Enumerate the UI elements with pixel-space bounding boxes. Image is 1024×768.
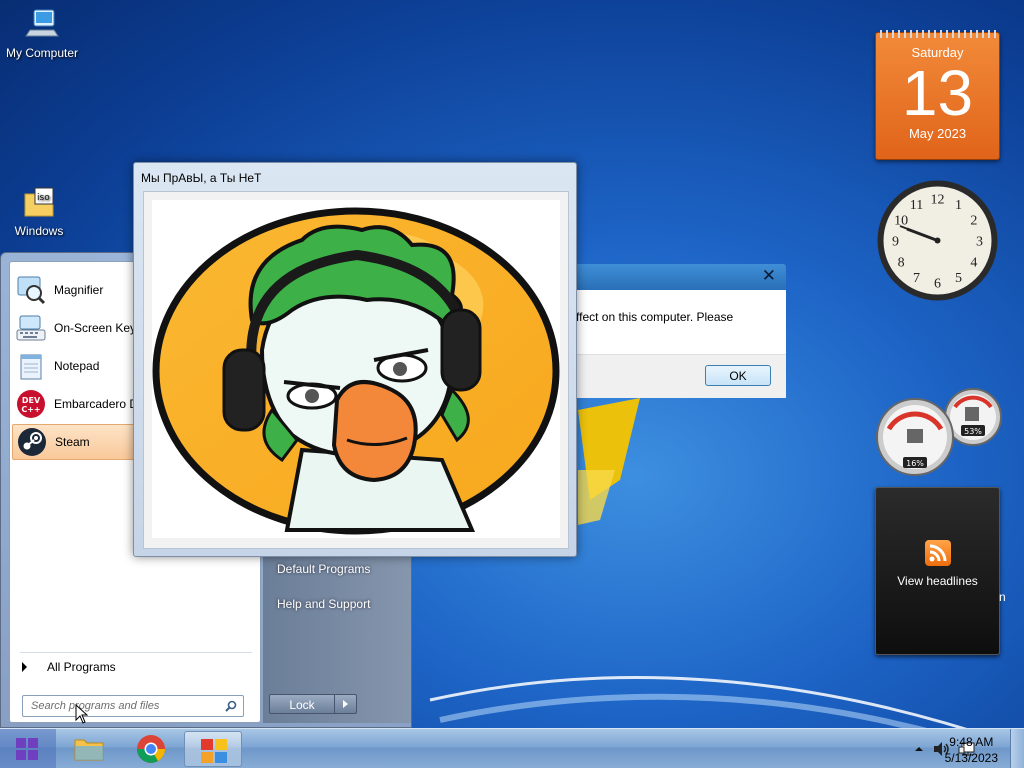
image-frame xyxy=(143,191,569,549)
rss-icon xyxy=(924,540,951,566)
clock-numeral: 6 xyxy=(934,277,941,292)
program-label: Embarcadero D xyxy=(54,397,139,411)
clock-numeral: 1 xyxy=(955,198,962,213)
keyboard-icon xyxy=(16,313,46,343)
memory-percent: 53% xyxy=(964,427,982,436)
memory-chip-icon xyxy=(965,407,979,421)
taskbar-clock[interactable]: 9:48 AM 5/13/2023 xyxy=(945,734,998,766)
program-label: On-Screen Keyb xyxy=(54,321,143,335)
start-search-input[interactable]: Search programs and files xyxy=(22,695,244,717)
mouse-cursor-icon xyxy=(75,704,89,724)
clock-numeral: 4 xyxy=(970,256,977,271)
lock-button[interactable]: Lock xyxy=(269,694,335,714)
cpu-chip-icon xyxy=(907,429,923,443)
search-icon xyxy=(225,700,237,712)
help-and-support-link[interactable]: Help and Support xyxy=(277,597,370,611)
desktop-icon-label: Windows xyxy=(14,224,64,238)
computer-icon xyxy=(24,8,60,42)
desktop-icon-windows-iso[interactable]: iso Windows xyxy=(0,186,81,238)
folder-icon xyxy=(74,739,104,761)
calendar-rings xyxy=(876,30,999,38)
window-title: Мы ПрАвЫ, а Ты НеТ xyxy=(141,171,262,185)
calendar-day: 13 xyxy=(901,57,974,129)
paint-icon xyxy=(201,739,227,763)
separator xyxy=(20,652,252,653)
feed-headlines-gadget[interactable]: View headlines xyxy=(875,487,1000,655)
taskbar: 9:48 AM 5/13/2023 xyxy=(0,728,1024,768)
desktop-icon-my-computer[interactable]: My Computer xyxy=(0,8,84,60)
taskbar-date: 5/13/2023 xyxy=(944,751,998,765)
magnifier-icon xyxy=(16,275,46,305)
clock-numeral: 12 xyxy=(931,193,945,208)
background-dialog: ✕ ffect on this computer. Please OK xyxy=(560,264,786,398)
clock-numeral: 9 xyxy=(892,235,899,250)
clock-numeral: 3 xyxy=(976,235,983,250)
triangle-right-icon xyxy=(22,662,27,672)
show-desktop-button[interactable] xyxy=(1010,729,1024,768)
steam-icon xyxy=(17,427,47,457)
dialog-message: ffect on this computer. Please xyxy=(560,290,786,354)
all-programs-link[interactable]: All Programs xyxy=(18,656,254,678)
taskbar-chrome[interactable] xyxy=(122,731,180,767)
svg-text:C++: C++ xyxy=(21,405,40,414)
goose-headphones-image xyxy=(152,200,560,538)
clock-numeral: 7 xyxy=(913,271,920,286)
search-placeholder: Search programs and files xyxy=(31,700,160,712)
all-programs-label: All Programs xyxy=(47,660,116,674)
default-programs-link[interactable]: Default Programs xyxy=(277,562,370,576)
close-icon[interactable]: ✕ xyxy=(762,266,776,286)
image-window: Мы ПрАвЫ, а Ты НеТ xyxy=(133,162,577,557)
dialog-title-bar: ✕ xyxy=(560,264,786,290)
cpu-meter-gadget[interactable]: 16% 53% xyxy=(873,385,1003,480)
clock-numeral: 2 xyxy=(970,214,977,229)
clock-gadget[interactable]: 12 1234567891011 xyxy=(875,178,1000,303)
clipped-feed-text: n xyxy=(999,590,1006,604)
clock-numeral: 5 xyxy=(955,271,962,286)
iso-file-icon: iso xyxy=(21,186,57,220)
svg-text:DEV: DEV xyxy=(22,396,41,405)
dialog-footer: OK xyxy=(560,354,786,398)
program-label: Magnifier xyxy=(54,283,104,297)
lock-control: Lock xyxy=(269,694,357,716)
show-hidden-icons-icon[interactable] xyxy=(914,744,924,754)
shutdown-options-arrow-button[interactable] xyxy=(335,694,357,714)
svg-text:iso: iso xyxy=(37,193,50,203)
program-label: Notepad xyxy=(54,359,100,373)
devcpp-icon: DEV C++ xyxy=(16,389,46,419)
start-button[interactable] xyxy=(0,729,56,768)
program-label: Steam xyxy=(55,435,90,449)
desktop-icon-label: My Computer xyxy=(5,46,79,60)
calendar-gadget[interactable]: Saturday 13 May 2023 xyxy=(875,30,1000,160)
windows-logo-icon xyxy=(0,729,56,768)
taskbar-time: 9:48 AM xyxy=(949,735,994,749)
view-headlines-label: View headlines xyxy=(897,574,978,588)
ok-button[interactable]: OK xyxy=(705,365,771,386)
notepad-icon xyxy=(16,351,46,381)
calendar-month-year: May 2023 xyxy=(908,126,967,141)
taskbar-image-app[interactable] xyxy=(184,731,242,767)
cpu-percent: 16% xyxy=(906,459,924,468)
chrome-icon xyxy=(137,735,165,763)
clock-numeral: 11 xyxy=(910,198,923,213)
taskbar-file-explorer[interactable] xyxy=(60,731,118,767)
clock-numeral: 8 xyxy=(898,256,905,271)
